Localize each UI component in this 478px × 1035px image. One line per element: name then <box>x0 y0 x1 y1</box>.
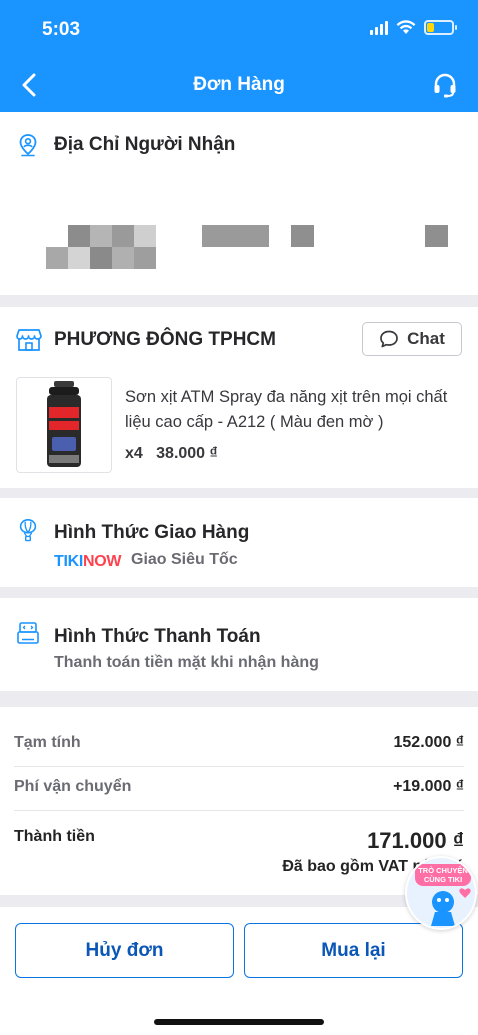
shop-name[interactable]: PHƯƠNG ĐÔNG TPHCM <box>54 329 276 351</box>
spray-can-image <box>47 381 81 467</box>
address-title: Địa Chỉ Người Nhận <box>54 134 236 155</box>
headset-icon <box>434 73 456 98</box>
status-time: 5:03 <box>42 19 81 40</box>
wifi-icon <box>396 20 416 34</box>
shipping-title: Hình Thức Giao Hàng <box>54 522 250 543</box>
payment-section: Hình Thức Thanh Toán Thanh toán tiền mặt… <box>0 598 478 691</box>
home-indicator <box>154 1019 324 1025</box>
tikinow-logo: TIKINOW <box>54 553 122 570</box>
subtotal-row: Tạm tính 152.000 ₫ <box>14 734 464 752</box>
shipping-method: Giao Siêu Tốc <box>131 551 238 568</box>
header-bar: Đơn Hàng <box>0 58 478 112</box>
redacted-address-block <box>112 247 134 269</box>
shipping-section: Hình Thức Giao Hàng TIKINOW Giao Siêu Tố… <box>0 498 478 587</box>
divider <box>14 766 464 767</box>
product-price: 38.000 ₫ <box>156 445 218 462</box>
cellular-signal-icon <box>370 20 388 35</box>
chat-bubble-icon <box>380 330 398 348</box>
status-bar: 5:03 <box>0 0 478 58</box>
product-quantity: x4 <box>125 445 143 462</box>
redacted-address-block <box>425 225 448 247</box>
tiki-chat-bubble[interactable]: TRÒ CHUYỆN CÙNG TIKI <box>405 856 477 930</box>
battery-icon <box>424 20 457 35</box>
redacted-address-block <box>291 225 314 247</box>
store-icon <box>16 329 42 351</box>
product-image[interactable] <box>16 377 112 473</box>
balloon-delivery-icon <box>19 519 37 542</box>
product-name[interactable]: Sơn xịt ATM Spray đa năng xịt trên mọi c… <box>125 385 465 435</box>
cancel-order-button[interactable]: Hủy đơn <box>15 923 234 978</box>
product-quantity-price: x4 38.000 ₫ <box>125 445 218 463</box>
total-value: 171.000 ₫ <box>367 828 464 853</box>
redacted-address-block <box>90 225 112 247</box>
redacted-address-block <box>68 247 90 269</box>
redacted-address-block <box>68 225 90 247</box>
redacted-address-block <box>134 247 156 269</box>
page-title: Đơn Hàng <box>193 74 285 95</box>
shipping-fee-row: Phí vận chuyển +19.000 ₫ <box>14 778 464 796</box>
chat-button[interactable]: Chat <box>362 322 462 356</box>
total-label: Thành tiền <box>14 828 95 845</box>
divider <box>14 810 464 811</box>
redacted-address-block <box>90 247 112 269</box>
payment-icon <box>17 622 39 644</box>
shipping-fee-label: Phí vận chuyển <box>14 778 132 795</box>
tiki-mascot-icon <box>431 888 471 926</box>
address-section: Địa Chỉ Người Nhận <box>0 112 478 295</box>
redacted-address-block <box>202 225 269 247</box>
payment-title: Hình Thức Thanh Toán <box>54 626 261 647</box>
redacted-address-block <box>46 247 68 269</box>
subtotal-value: 152.000 ₫ <box>393 734 465 751</box>
payment-method: Thanh toán tiền mặt khi nhận hàng <box>54 654 319 671</box>
redacted-address-block <box>112 225 134 247</box>
shipping-fee-value: +19.000 ₫ <box>393 778 464 795</box>
support-button[interactable] <box>430 70 460 100</box>
rebuy-button[interactable]: Mua lại <box>244 923 463 978</box>
subtotal-label: Tạm tính <box>14 734 81 751</box>
status-icons <box>370 20 457 35</box>
location-pin-icon <box>19 134 37 157</box>
redacted-address-block <box>134 225 156 247</box>
shop-section: PHƯƠNG ĐÔNG TPHCM Chat Sơn xịt ATM Spray… <box>0 307 478 488</box>
chat-button-label: Chat <box>407 329 445 348</box>
